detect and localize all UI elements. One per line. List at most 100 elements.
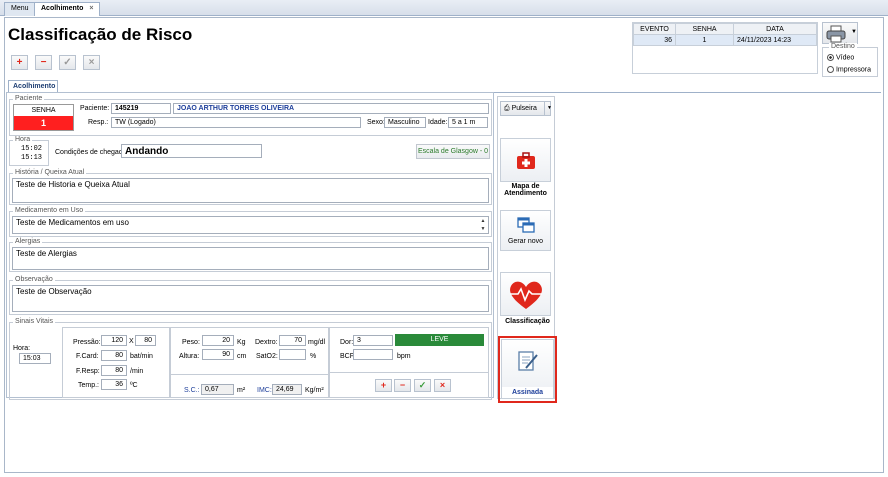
altura-unit: cm: [237, 353, 247, 360]
close-icon[interactable]: ×: [89, 5, 93, 12]
event-table-box: EVENTO SENHA DATA 36 1 24/11/2023 14:23: [632, 22, 818, 74]
sc-unit: m²: [237, 387, 246, 394]
dor-level-badge: LEVE: [395, 334, 484, 346]
resp-field[interactable]: TW (Logado): [111, 117, 361, 128]
senha-number: 1: [14, 116, 73, 130]
paciente-nome-field[interactable]: JOAO ARTHUR TORRES OLIVEIRA: [173, 103, 489, 114]
sinais-hora-field[interactable]: 15:03: [19, 353, 51, 364]
tab-acolhimento-label: Acolhimento: [41, 5, 84, 12]
hora-group: Hora 15:02 15:13: [9, 136, 49, 166]
dextro-label: Dextro:: [255, 339, 278, 346]
medicamento-scrollbar[interactable]: ▲ ▼: [478, 217, 488, 233]
radio-video[interactable]: Vídeo: [827, 54, 854, 61]
pressao-label: Pressão:: [73, 339, 101, 346]
scroll-down-icon[interactable]: ▼: [478, 225, 488, 233]
mapa-atendimento-label: Mapa de Atendimento: [504, 183, 547, 197]
sinais-col2-divider: [170, 374, 329, 375]
imc-label: IMC:: [257, 387, 272, 394]
historia-field[interactable]: Teste de Historia e Queixa Atual: [12, 178, 489, 203]
sinais-add-button[interactable]: +: [375, 379, 392, 392]
dextro-field[interactable]: 70: [279, 335, 306, 346]
scroll-up-icon[interactable]: ▲: [478, 217, 488, 225]
senha-label: SENHA: [14, 105, 73, 116]
chevron-down-icon: ▼: [851, 29, 857, 35]
cancel-button[interactable]: ×: [83, 55, 100, 70]
data-value[interactable]: 24/11/2023 14:23: [733, 34, 817, 46]
sat-field[interactable]: [279, 349, 306, 360]
hora-chegada: 15:02: [21, 145, 43, 153]
radio-video-label: Vídeo: [835, 54, 855, 62]
paciente-label: Paciente:: [80, 105, 110, 112]
senha-value[interactable]: 1: [675, 34, 734, 46]
data-header: DATA: [733, 23, 817, 35]
top-tab-bar: [0, 0, 888, 16]
first-aid-icon: [517, 152, 535, 169]
printer-small-icon: ⎙: [504, 105, 510, 112]
confirm-button[interactable]: ✓: [59, 55, 76, 70]
gerar-novo-button[interactable]: Gerar novo: [500, 210, 551, 251]
sinais-confirm-button[interactable]: ✓: [414, 379, 431, 392]
chegada-field[interactable]: Andando: [121, 144, 262, 158]
peso-label: Peso:: [182, 339, 200, 346]
dor-label: Dor:: [340, 339, 354, 346]
printer-button[interactable]: ▼: [822, 22, 858, 44]
sexo-label: Sexo:: [367, 119, 385, 126]
sinais-cancel-button[interactable]: ×: [434, 379, 451, 392]
temp-field[interactable]: 36: [101, 379, 127, 390]
paciente-codigo-field[interactable]: 145219: [111, 103, 171, 114]
medicamento-group-label: Medicamento em Uso: [13, 207, 86, 214]
senha-box: SENHA 1: [13, 104, 74, 131]
fresp-label: F.Resp:: [76, 368, 100, 375]
pressao-sistolica-field[interactable]: 120: [101, 335, 127, 346]
idade-field[interactable]: 5 a 1 m: [448, 117, 488, 128]
glasgow-button[interactable]: Escala de Glasgow - 0: [416, 144, 490, 159]
paciente-group-label: Paciente: [13, 95, 45, 102]
pressao-diastolica-field[interactable]: 80: [135, 335, 156, 346]
bcf-field[interactable]: [353, 349, 393, 360]
radio-impressora[interactable]: Impressora: [827, 66, 871, 73]
sat-label: SatO2:: [256, 353, 278, 360]
observacao-group-label: Observação: [13, 276, 55, 283]
event-value[interactable]: 36: [633, 34, 676, 46]
fcard-label: F.Card:: [76, 353, 99, 360]
copy-windows-icon: [517, 217, 535, 233]
fresp-field[interactable]: 80: [101, 365, 127, 376]
heart-pulse-icon: [510, 281, 542, 309]
altura-field[interactable]: 90: [202, 349, 234, 360]
imc-field: 24,69: [272, 384, 302, 395]
assinada-button[interactable]: Assinada: [501, 339, 554, 399]
medicamento-field[interactable]: Teste de Medicamentos em uso: [12, 216, 489, 234]
resp-label: Resp.:: [88, 119, 109, 126]
classificacao-label: Classificação: [505, 318, 550, 325]
dextro-unit: mg/dl: [308, 339, 326, 346]
hora-group-label: Hora: [13, 136, 33, 143]
dor-field[interactable]: 3: [353, 335, 393, 346]
tab-acolhimento[interactable]: Acolhimento ×: [34, 2, 101, 16]
tab-menu[interactable]: Menu: [4, 2, 36, 16]
printer-icon: [826, 25, 846, 43]
fcard-unit: bat/min: [130, 353, 153, 360]
alergias-group-label: Alergias: [13, 238, 43, 245]
tab-acolhimento-sub[interactable]: Acolhimento: [8, 80, 58, 92]
add-button[interactable]: +: [11, 55, 28, 70]
historia-group-label: História / Queixa Atual: [13, 169, 87, 176]
sc-field: 0,67: [201, 384, 234, 395]
sexo-field[interactable]: Masculino: [384, 117, 426, 128]
remove-button[interactable]: −: [35, 55, 52, 70]
bcf-unit: bpm: [397, 353, 411, 360]
observacao-field[interactable]: Teste de Observação: [12, 285, 489, 312]
radio-checked-icon: [827, 54, 834, 61]
pulseira-label: Pulseira: [511, 105, 537, 112]
sinais-remove-button[interactable]: −: [394, 379, 411, 392]
gerar-novo-label: Gerar novo: [507, 238, 544, 245]
pulseira-button[interactable]: ⎙ Pulseira ▼: [500, 101, 552, 116]
fcard-field[interactable]: 80: [101, 350, 127, 361]
sinais-hora-label: Hora:: [13, 345, 31, 352]
radio-impressora-label: Impressora: [835, 66, 871, 74]
peso-field[interactable]: 20: [202, 335, 234, 346]
classificacao-button[interactable]: [500, 272, 551, 316]
alergias-field[interactable]: Teste de Alergias: [12, 247, 489, 270]
signed-document-icon: [518, 351, 538, 371]
mapa-atendimento-button[interactable]: [500, 138, 551, 182]
page-title: Classificação de Risco: [8, 25, 193, 44]
